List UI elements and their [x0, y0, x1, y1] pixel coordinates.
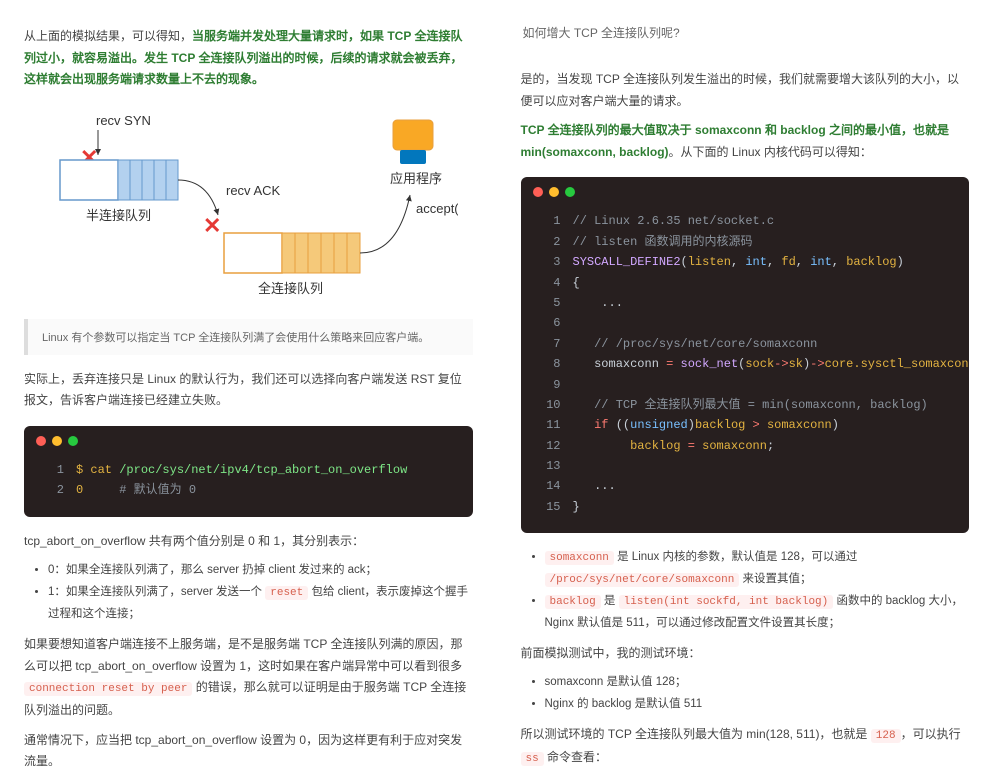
svg-text:recv ACK: recv ACK — [226, 183, 281, 198]
list-item: somaxconn 是默认值 128； — [545, 672, 970, 694]
svg-text:accept(): accept() — [416, 201, 458, 216]
queue-diagram: recv SYN ✕ 半连接队列 recv ACK ✕ 全连接队列 应用程序 — [24, 105, 473, 305]
svg-text:半连接队列: 半连接队列 — [86, 208, 151, 223]
p-formula: TCP 全连接队列的最大值取决于 somaxconn 和 backlog 之间的… — [521, 120, 970, 163]
list-item: backlog 是 listen(int sockfd, int backlog… — [545, 591, 970, 635]
list-item: somaxconn 是 Linux 内核的参数，默认值是 128，可以通过 /p… — [545, 547, 970, 591]
svg-text:✕: ✕ — [203, 213, 221, 238]
params-list: somaxconn 是 Linux 内核的参数，默认值是 128，可以通过 /p… — [545, 547, 970, 635]
left-intro: 从上面的模拟结果，可以得知，当服务端并发处理大量请求时，如果 TCP 全连接队列… — [24, 26, 473, 91]
p-rst: 实际上，丢弃连接只是 Linux 的默认行为，我们还可以选择向客户端发送 RST… — [24, 369, 473, 412]
svg-text:应用程序: 应用程序 — [390, 171, 442, 186]
quote-strategy: Linux 有个参数可以指定当 TCP 全连接队列满了会使用什么策略来回应客户端… — [24, 319, 473, 355]
list-item: 1：如果全连接队列满了，server 发送一个 reset 包给 client，… — [48, 582, 473, 626]
code-abort-overflow: 1$ cat /proc/sys/net/ipv4/tcp_abort_on_o… — [24, 426, 473, 517]
p-diagnose: 如果要想知道客户端连接不上服务端，是不是服务端 TCP 全连接队列满的原因，那么… — [24, 634, 473, 722]
recv-syn-label: recv SYN — [96, 113, 151, 128]
p-result: 所以测试环境的 TCP 全连接队列最大值为 min(128, 511)，也就是 … — [521, 724, 970, 770]
svg-text:全连接队列: 全连接队列 — [258, 281, 323, 296]
p-values-desc: tcp_abort_on_overflow 共有两个值分别是 0 和 1，其分别… — [24, 531, 473, 553]
code-kernel: 1// Linux 2.6.35 net/socket.c 2// listen… — [521, 177, 970, 533]
list-item: 0：如果全连接队列满了，那么 server 扔掉 client 发过来的 ack… — [48, 560, 473, 582]
p-yes: 是的，当发现 TCP 全连接队列发生溢出的时候，我们就需要增大该队列的大小，以便… — [521, 69, 970, 112]
p-recommend: 通常情况下，应当把 tcp_abort_on_overflow 设置为 0，因为… — [24, 730, 473, 771]
abort-values-list: 0：如果全连接队列满了，那么 server 扔掉 client 发过来的 ack… — [48, 560, 473, 626]
env-list: somaxconn 是默认值 128； Nginx 的 backlog 是默认值… — [545, 672, 970, 716]
list-item: Nginx 的 backlog 是默认值 511 — [545, 694, 970, 716]
p-testenv: 前面模拟测试中，我的测试环境： — [521, 643, 970, 665]
section-heading: 如何增大 TCP 全连接队列呢? — [521, 18, 970, 55]
